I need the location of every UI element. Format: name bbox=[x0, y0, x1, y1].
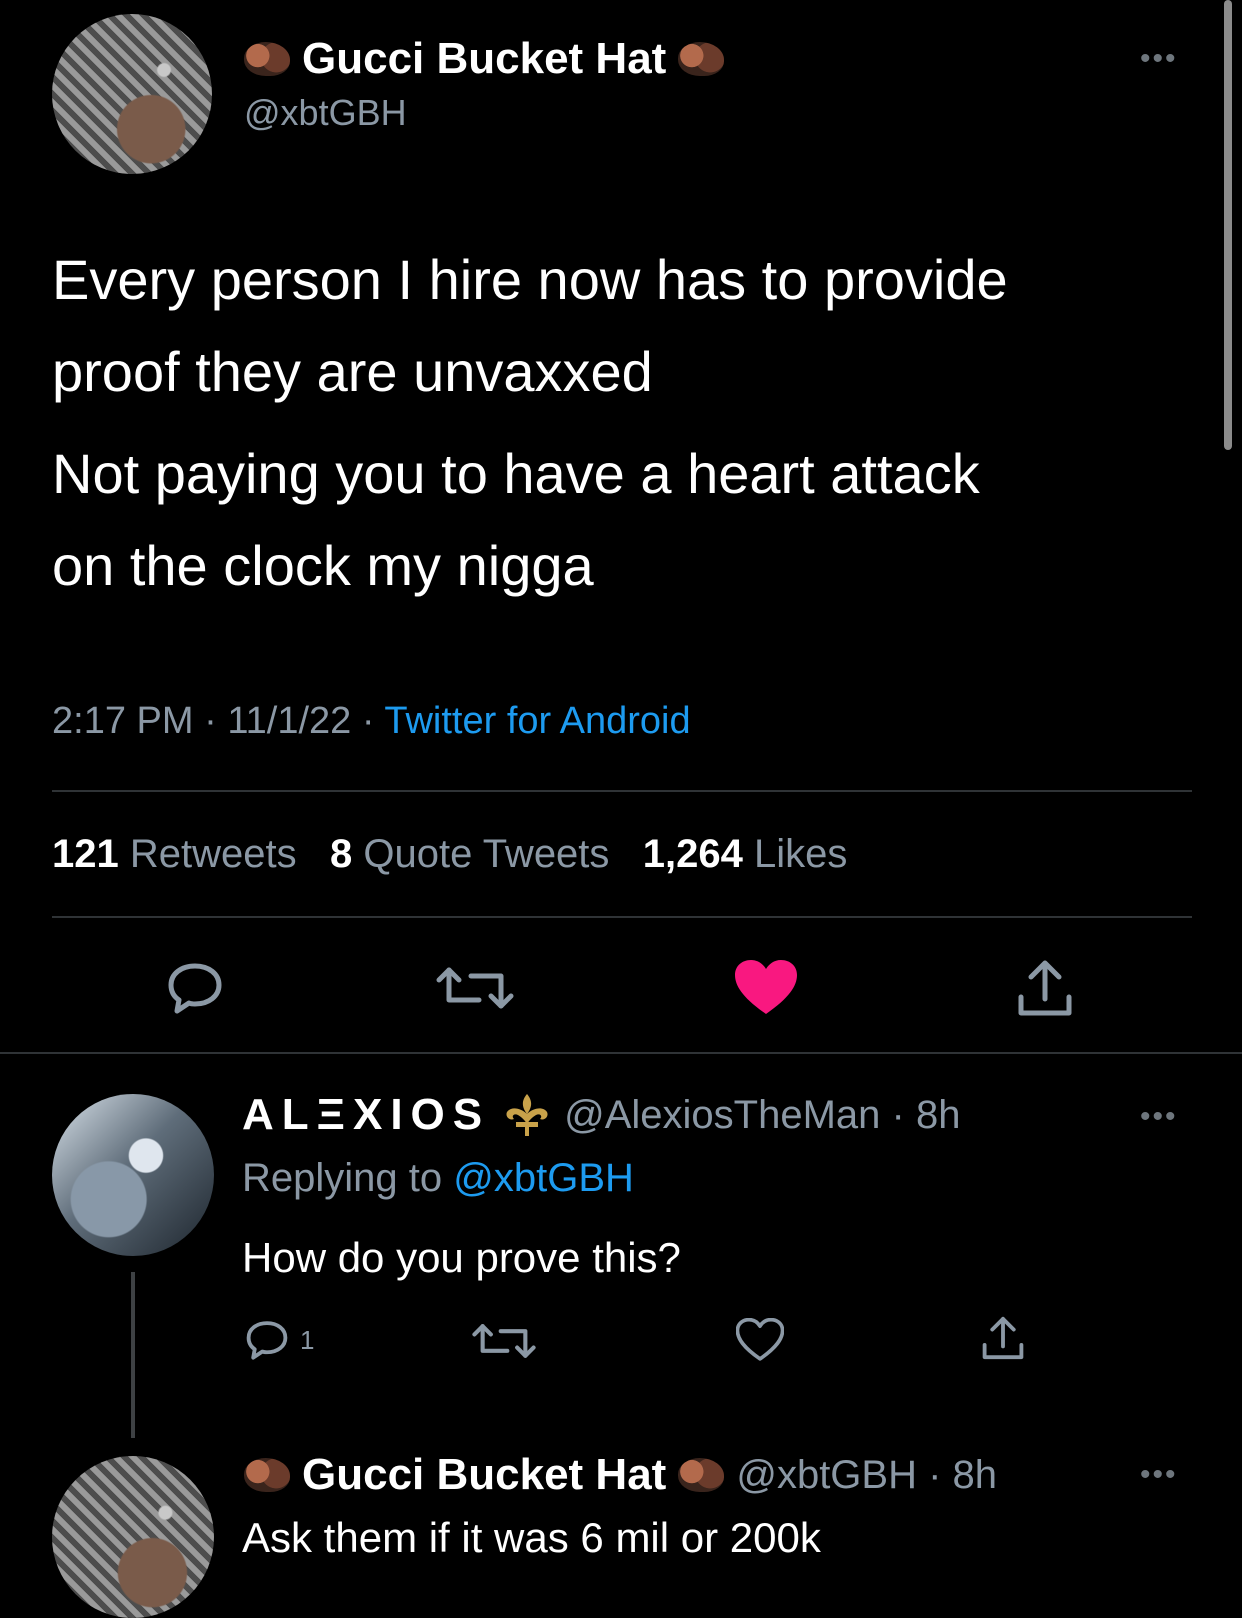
reply-icon bbox=[246, 1321, 288, 1360]
turkey-emoji-icon bbox=[244, 42, 290, 76]
more-options-icon[interactable]: ••• bbox=[1140, 1458, 1178, 1492]
heart-icon bbox=[735, 960, 797, 1014]
tweet-text-line: proof they are unvaxxed bbox=[52, 340, 653, 403]
reply-header: ALΞXIOS @AlexiosTheMan · 8h bbox=[242, 1090, 960, 1140]
thread-line bbox=[131, 1272, 135, 1438]
retweet-icon bbox=[436, 967, 514, 1009]
replying-to: Replying to @xbtGBH bbox=[242, 1156, 634, 1201]
tweet-stats: 121 Retweets 8 Quote Tweets 1,264 Likes bbox=[52, 832, 847, 877]
reply-author-name[interactable]: ALΞXIOS bbox=[242, 1090, 490, 1140]
retweet-icon bbox=[472, 1324, 536, 1358]
reply-text: How do you prove this? bbox=[242, 1234, 681, 1281]
replying-to-handle[interactable]: @xbtGBH bbox=[453, 1156, 634, 1200]
more-options-icon[interactable]: ••• bbox=[1140, 42, 1178, 76]
reply-header: Gucci Bucket Hat @xbtGBH · 8h bbox=[244, 1450, 997, 1500]
retweets-stat[interactable]: 121 Retweets bbox=[52, 832, 297, 876]
author-display-name: Gucci Bucket Hat bbox=[302, 34, 667, 83]
share-icon bbox=[982, 1316, 1024, 1360]
retweet-button[interactable] bbox=[468, 1318, 540, 1369]
reply-text: Ask them if it was 6 mil or 200k bbox=[242, 1514, 821, 1561]
heart-icon bbox=[735, 1317, 785, 1361]
replying-to-label: Replying to bbox=[242, 1156, 443, 1200]
fleur-de-lis-icon bbox=[506, 1094, 548, 1136]
like-button[interactable] bbox=[726, 955, 806, 1021]
divider bbox=[0, 1052, 1242, 1054]
turkey-emoji-icon bbox=[678, 42, 725, 76]
reply-author-handle-time[interactable]: @xbtGBH · 8h bbox=[736, 1453, 997, 1498]
tweet-text: Every person I hire now has to provide p… bbox=[52, 234, 1202, 612]
author-handle[interactable]: @xbtGBH bbox=[244, 92, 407, 134]
divider bbox=[52, 916, 1192, 918]
reply-icon bbox=[168, 963, 222, 1014]
tweet-time: 2:17 PM bbox=[52, 700, 194, 742]
reply-author-name[interactable]: Gucci Bucket Hat bbox=[302, 1450, 666, 1500]
turkey-emoji-icon bbox=[244, 1458, 290, 1492]
reply-count: 1 bbox=[300, 1324, 315, 1355]
reply-author-avatar[interactable] bbox=[52, 1456, 214, 1618]
tweet-source-link[interactable]: Twitter for Android bbox=[384, 700, 690, 742]
tweet-text-line: on the clock my nigga bbox=[52, 534, 594, 597]
more-options-icon[interactable]: ••• bbox=[1140, 1100, 1178, 1134]
retweet-button[interactable] bbox=[430, 958, 520, 1018]
share-icon bbox=[1018, 960, 1072, 1016]
share-button[interactable] bbox=[1010, 955, 1080, 1021]
turkey-emoji-icon bbox=[678, 1458, 725, 1492]
tweet-date: 11/1/22 bbox=[227, 700, 352, 742]
like-button[interactable] bbox=[735, 1317, 785, 1367]
tweet-text-line: Every person I hire now has to provide bbox=[52, 248, 1008, 311]
tweet-meta: 2:17 PM · 11/1/22 · Twitter for Android bbox=[52, 700, 691, 742]
quote-tweets-stat[interactable]: 8 Quote Tweets bbox=[330, 832, 609, 876]
scrollbar[interactable] bbox=[1224, 0, 1232, 450]
author-name-row[interactable]: Gucci Bucket Hat bbox=[244, 34, 725, 84]
reply-author-avatar[interactable] bbox=[52, 1094, 214, 1256]
reply-button[interactable]: 1 bbox=[244, 1318, 314, 1362]
author-avatar[interactable] bbox=[52, 14, 212, 174]
likes-stat[interactable]: 1,264 Likes bbox=[643, 832, 848, 876]
tweet-text-line: Not paying you to have a heart attack bbox=[52, 442, 980, 505]
reply-author-handle-time[interactable]: @AlexiosTheMan · 8h bbox=[564, 1093, 960, 1138]
divider bbox=[52, 790, 1192, 792]
reply-button[interactable] bbox=[160, 958, 230, 1018]
share-button[interactable] bbox=[980, 1314, 1026, 1367]
